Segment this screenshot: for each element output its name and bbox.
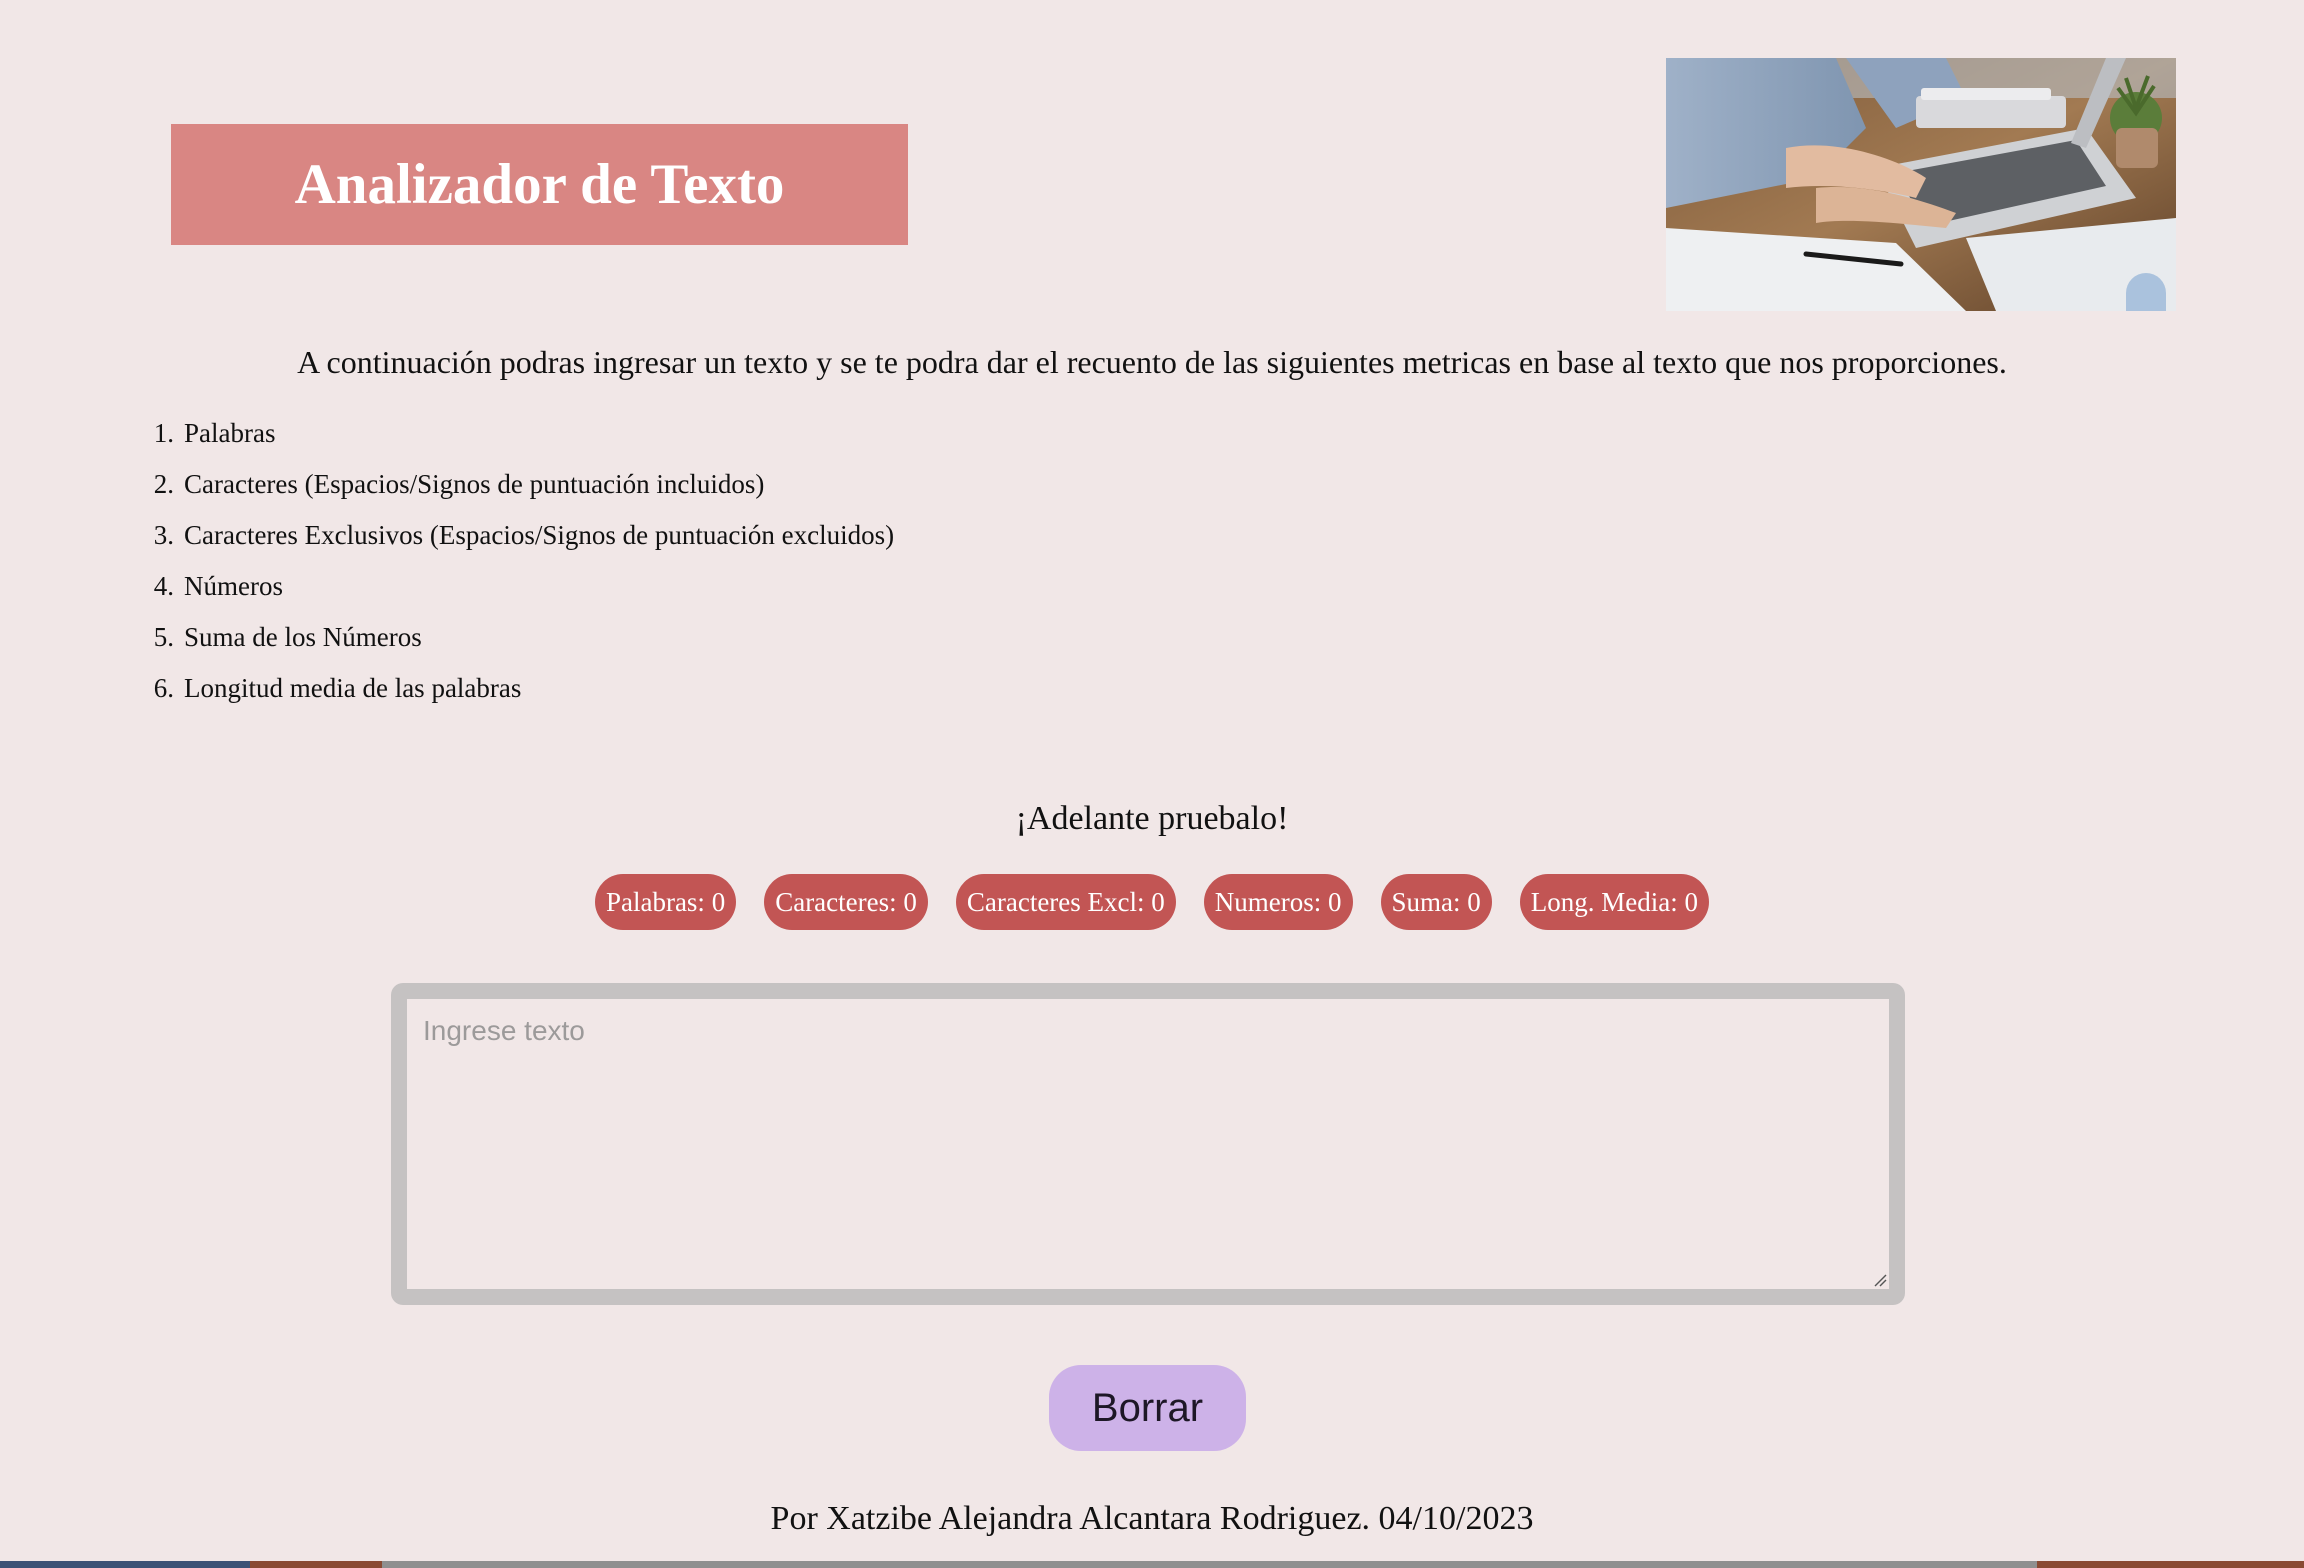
number-count-badge: Numeros: 0 xyxy=(1203,874,1353,930)
list-item: 4. Números xyxy=(153,571,283,601)
list-item: 2. Caracteres (Espacios/Signos de puntuac… xyxy=(153,469,765,499)
list-item: 1. Palabras xyxy=(153,418,276,448)
intro-text: A continuación podras ingresar un texto … xyxy=(297,344,2007,380)
laptop-typing-image xyxy=(1666,58,2176,311)
char-excl-count-badge: Caracteres Excl: 0 xyxy=(955,874,1176,930)
resize-grip-icon[interactable] xyxy=(1873,1273,1887,1287)
word-count-badge: Palabras: 0 xyxy=(594,874,737,930)
list-item: 5. Suma de los Números xyxy=(153,622,422,652)
avg-length-badge: Long. Media: 0 xyxy=(1519,874,1710,930)
clear-button[interactable]: Borrar xyxy=(1049,1365,1246,1451)
bottom-edge-strip xyxy=(0,1561,2304,1568)
page-title: Analizador de Texto xyxy=(294,153,785,216)
metrics-list: 1. Palabras 2. Caracteres (Espacios/Signos… xyxy=(130,418,894,724)
list-item: 6. Longitud media de las palabras xyxy=(153,673,522,703)
try-heading: ¡Adelante pruebalo! xyxy=(1015,800,1289,837)
title-banner: Analizador de Texto xyxy=(171,124,908,245)
counter-badges: Palabras: 0 Caracteres: 0 Caracteres Exc… xyxy=(0,874,2304,930)
text-input-frame xyxy=(391,983,1905,1305)
list-item: 3. Caracteres Exclusivos (Espacios/Signos… xyxy=(153,520,895,550)
sum-badge: Suma: 0 xyxy=(1380,874,1492,930)
char-count-badge: Caracteres: 0 xyxy=(764,874,928,930)
text-input[interactable] xyxy=(407,999,1889,1289)
footer-credit: Por Xatzibe Alejandra Alcantara Rodrigue… xyxy=(770,1500,1534,1537)
